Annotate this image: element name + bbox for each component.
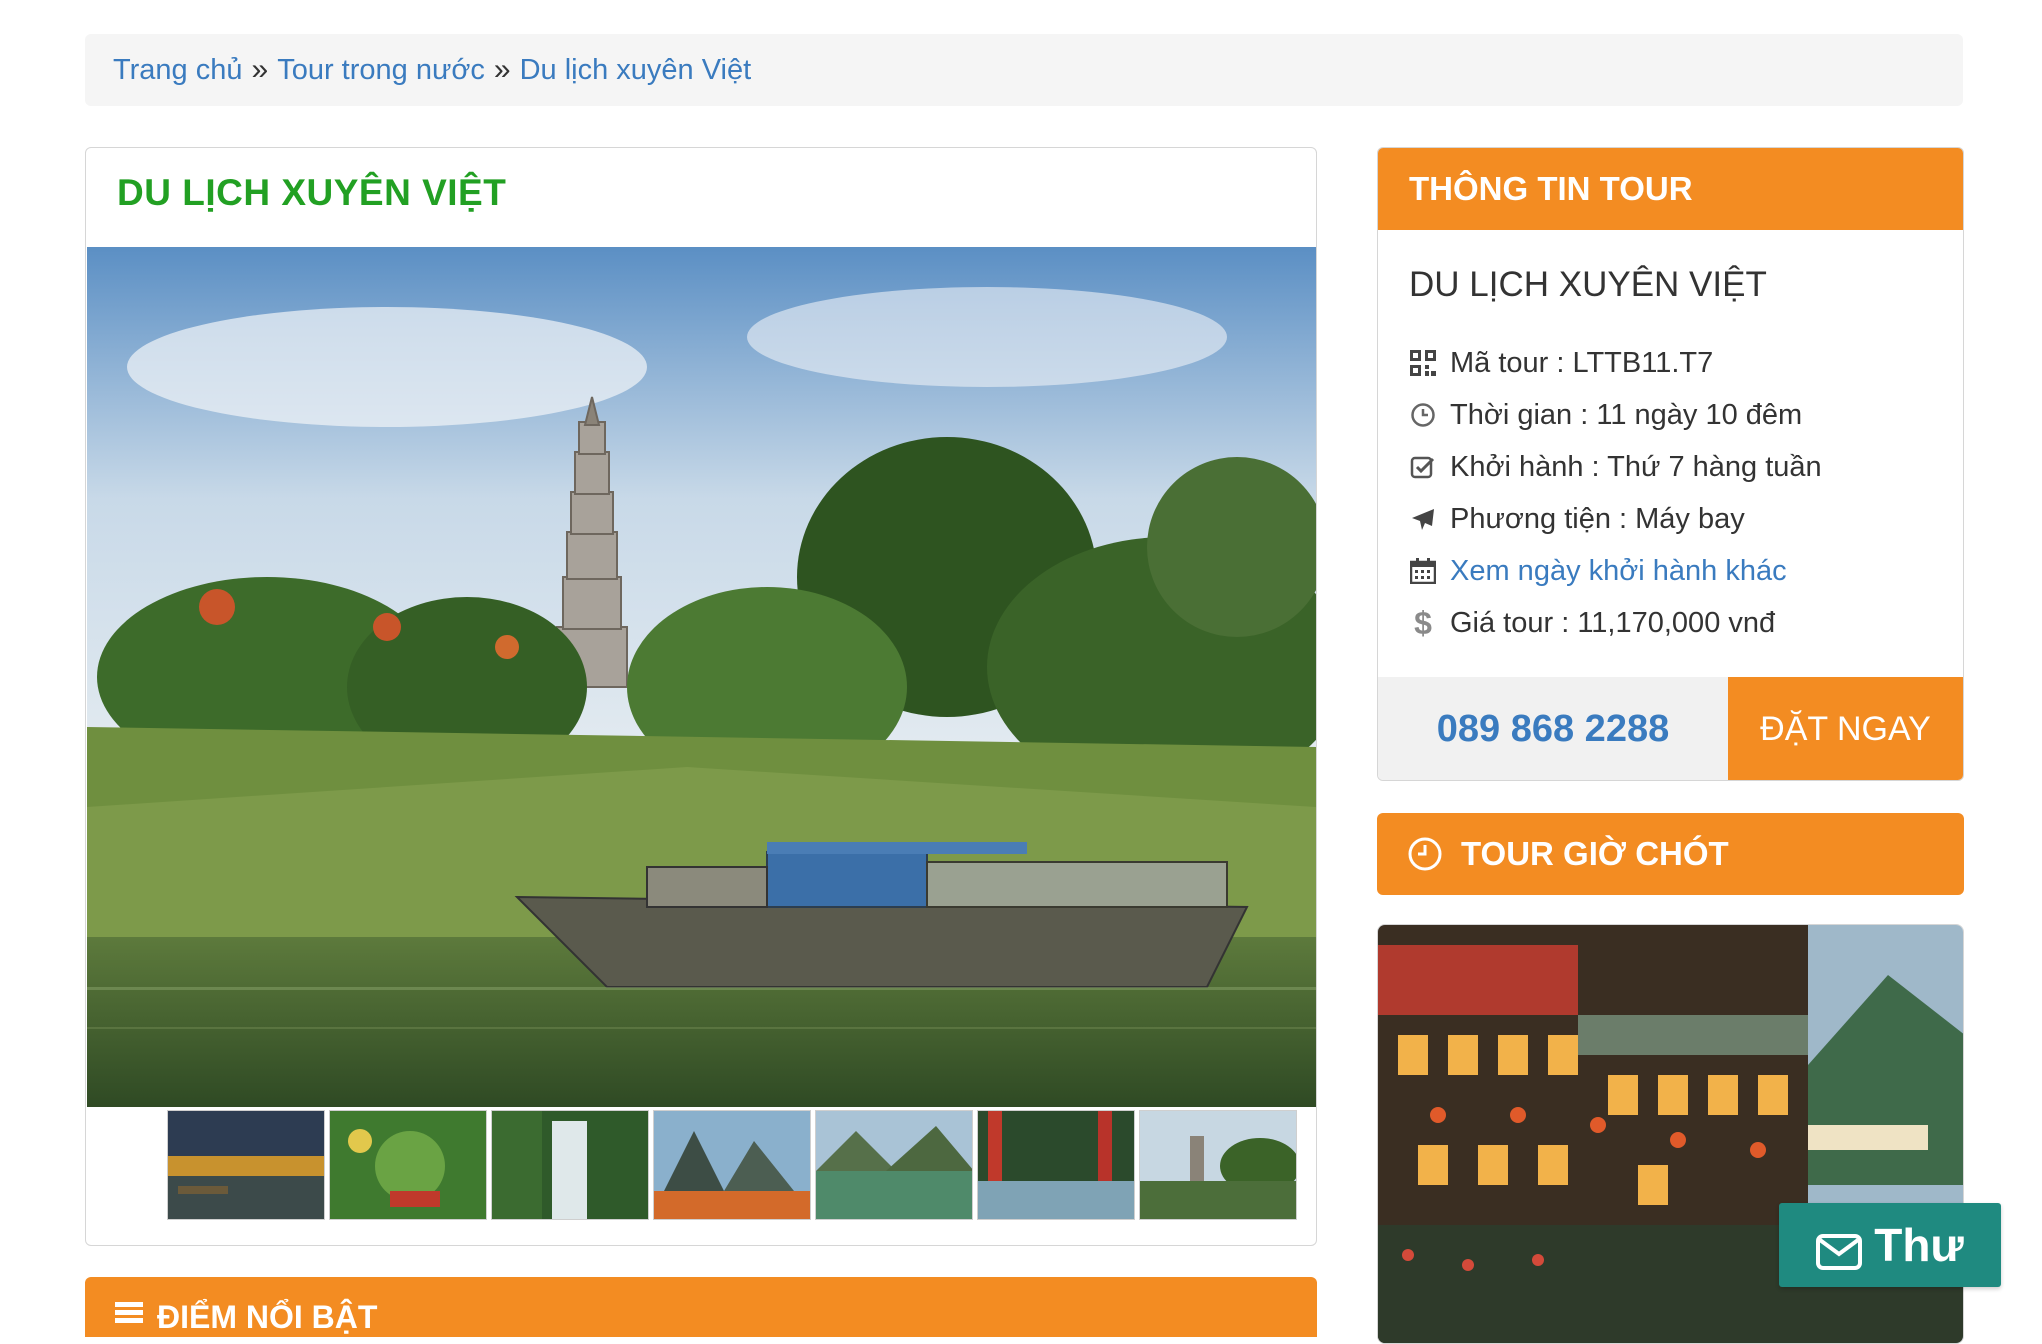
tour-title: DU LỊCH XUYÊN VIỆT [117, 172, 507, 213]
hotline-phone[interactable]: 089 868 2288 [1378, 677, 1728, 780]
tour-price-row: $ Giá tour : 11,170,000 vnđ [1409, 597, 1822, 649]
thumbnail-2[interactable] [329, 1110, 487, 1220]
tour-info-header: THÔNG TIN TOUR [1378, 148, 1963, 230]
tour-info-list: Mã tour : LTTB11.T7 Thời gian : 11 ngày … [1409, 337, 1822, 649]
other-dates-link[interactable]: Xem ngày khởi hành khác [1450, 555, 1787, 588]
tour-departure-row: Khởi hành : Thứ 7 hàng tuần [1409, 441, 1822, 493]
mail-label: Thư [1874, 1219, 1964, 1271]
tour-info-footer: 089 868 2288 ĐẶT NGAY [1378, 677, 1963, 780]
breadcrumb-current[interactable]: Du lịch xuyên Việt [520, 54, 752, 87]
tour-duration-text: Thời gian : 11 ngày 10 đêm [1450, 398, 1803, 431]
last-minute-header: TOUR GIỜ CHÓT [1377, 813, 1964, 895]
tour-code-row: Mã tour : LTTB11.T7 [1409, 337, 1822, 389]
other-dates-row[interactable]: Xem ngày khởi hành khác [1409, 545, 1822, 597]
mail-contact-button[interactable]: Thư [1779, 1203, 2001, 1287]
clock-icon [1409, 401, 1437, 429]
thumbnail-4[interactable] [653, 1110, 811, 1220]
thumbnail-3[interactable] [491, 1110, 649, 1220]
tour-departure-text: Khởi hành : Thứ 7 hàng tuần [1450, 450, 1822, 483]
breadcrumb-domestic-tours[interactable]: Tour trong nước [277, 54, 485, 87]
tour-price-text: Giá tour : 11,170,000 vnđ [1450, 606, 1776, 639]
tour-main-panel: DU LỊCH XUYÊN VIỆT [85, 147, 1317, 1246]
thumbnail-strip [167, 1110, 1297, 1220]
thumbnail-6[interactable] [977, 1110, 1135, 1220]
qrcode-icon [1409, 349, 1437, 377]
tour-duration-row: Thời gian : 11 ngày 10 đêm [1409, 389, 1822, 441]
plane-icon [1409, 505, 1437, 533]
breadcrumb-home[interactable]: Trang chủ [113, 54, 243, 87]
clock-icon [1407, 836, 1443, 872]
breadcrumb: Trang chủ » Tour trong nước » Du lịch xu… [85, 34, 1963, 106]
calendar-icon [1409, 557, 1437, 585]
thumbnail-1[interactable] [167, 1110, 325, 1220]
tour-info-panel: THÔNG TIN TOUR DU LỊCH XUYÊN VIỆT Mã tou… [1377, 147, 1964, 781]
list-icon [115, 1299, 143, 1326]
highlight-section-header: ĐIỂM NỔI BẬT [85, 1277, 1317, 1337]
thumbnail-5[interactable] [815, 1110, 973, 1220]
tour-info-name: DU LỊCH XUYÊN VIỆT [1409, 265, 1767, 304]
thumbnail-7[interactable] [1139, 1110, 1297, 1220]
last-minute-label: TOUR GIỜ CHÓT [1461, 835, 1729, 872]
book-now-button[interactable]: ĐẶT NGAY [1728, 677, 1963, 780]
check-square-icon [1409, 453, 1437, 481]
dollar-icon: $ [1414, 605, 1432, 641]
tour-code-text: Mã tour : LTTB11.T7 [1450, 346, 1714, 379]
highlight-label: ĐIỂM NỔI BẬT [157, 1299, 378, 1335]
envelope-icon [1816, 1227, 1863, 1270]
tour-transport-row: Phương tiện : Máy bay [1409, 493, 1822, 545]
breadcrumb-separator: » [251, 53, 269, 86]
tour-transport-text: Phương tiện : Máy bay [1450, 502, 1745, 535]
breadcrumb-separator: » [493, 53, 511, 86]
tour-hero-image[interactable] [87, 247, 1316, 1107]
